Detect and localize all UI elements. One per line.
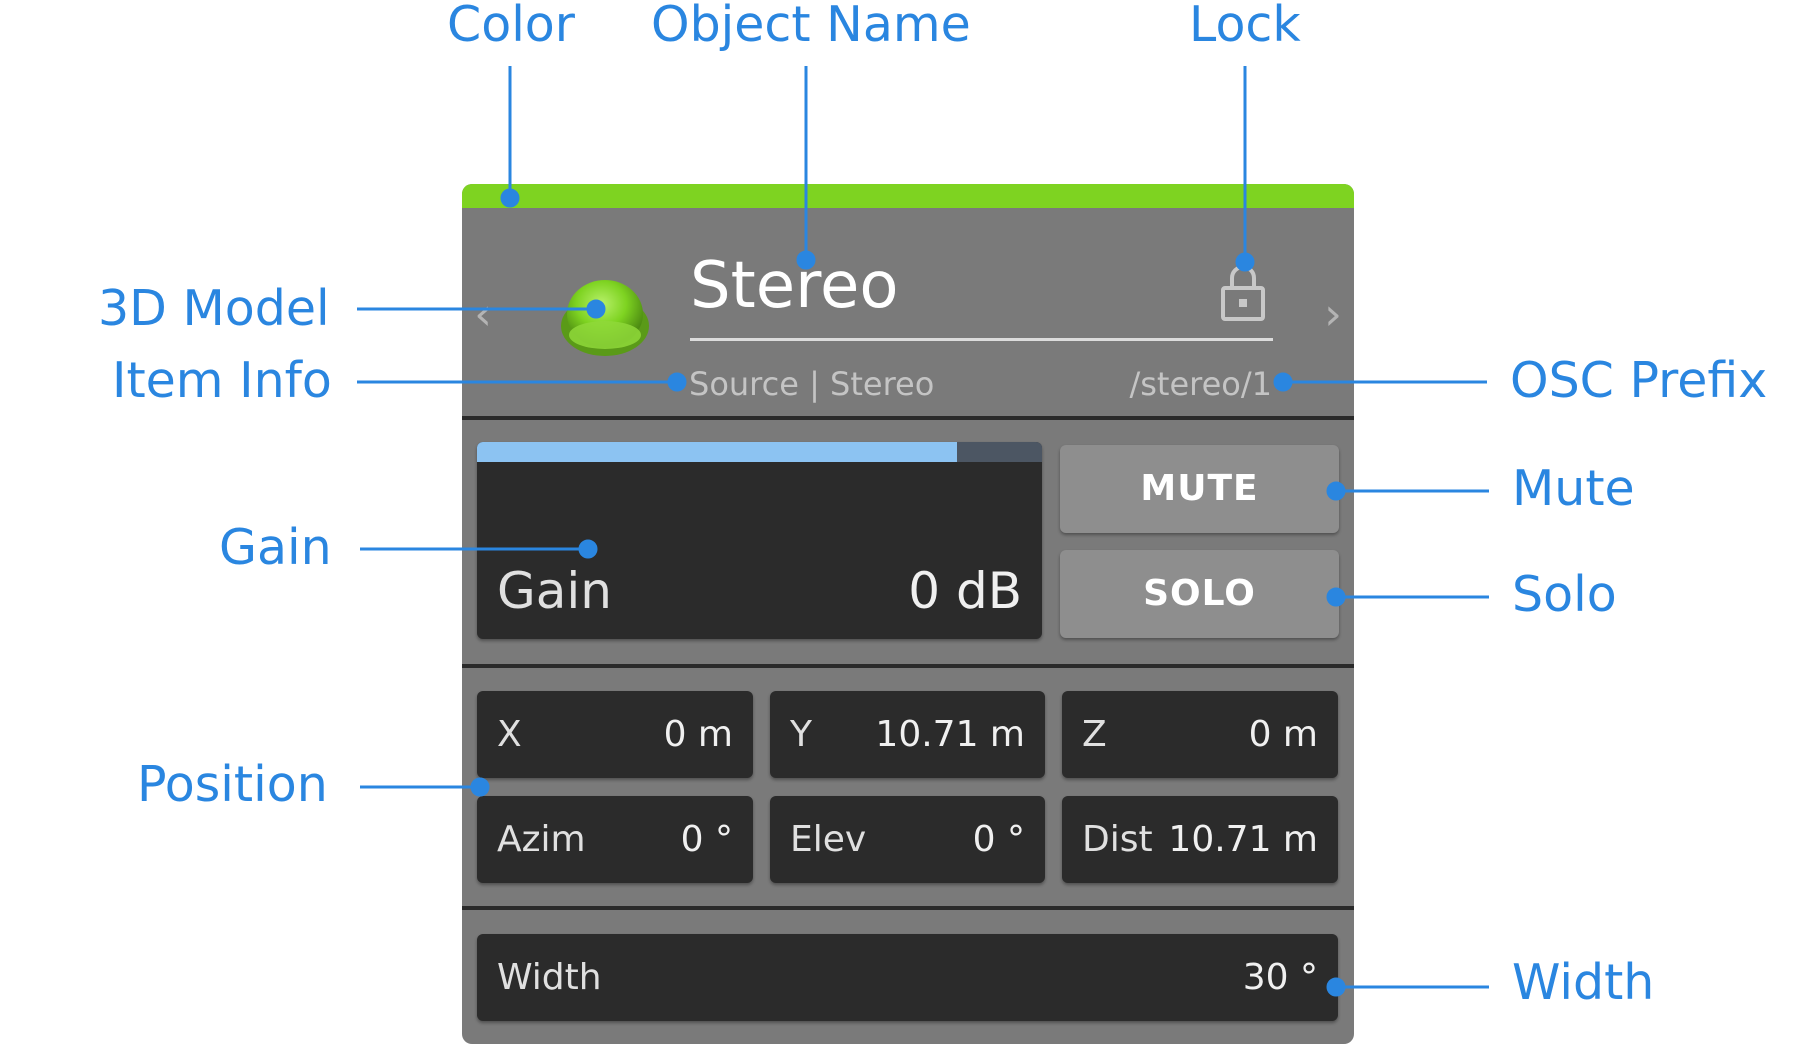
position-x-field[interactable]: X 0 m	[477, 691, 753, 778]
position-z-value: 0 m	[1248, 714, 1318, 755]
position-z-label: Z	[1082, 714, 1107, 755]
distance-field[interactable]: Dist 10.71 m	[1062, 796, 1338, 883]
gain-level-fill	[477, 442, 958, 462]
mute-button[interactable]: MUTE	[1060, 445, 1339, 533]
azimuth-field[interactable]: Azim 0 °	[477, 796, 753, 883]
gain-level-track	[477, 442, 1042, 462]
width-label: Width	[497, 957, 602, 998]
object-name-field[interactable]: Stereo	[690, 246, 1200, 326]
previous-object-arrow-icon[interactable]: ‹	[468, 288, 498, 342]
position-z-field[interactable]: Z 0 m	[1062, 691, 1338, 778]
object-name-underline	[690, 338, 1273, 341]
elevation-label: Elev	[790, 819, 867, 860]
elevation-field[interactable]: Elev 0 °	[770, 796, 1045, 883]
distance-label: Dist	[1082, 819, 1153, 860]
callout-lock: Lock	[1189, 0, 1301, 53]
position-x-value: 0 m	[663, 714, 733, 755]
osc-prefix-label: /stereo/1	[1129, 365, 1272, 403]
position-y-field[interactable]: Y 10.71 m	[770, 691, 1045, 778]
width-field[interactable]: Width 30 °	[477, 934, 1338, 1021]
distance-value: 10.71 m	[1168, 819, 1318, 860]
azimuth-label: Azim	[497, 819, 586, 860]
callout-gain: Gain	[219, 519, 332, 576]
callout-position: Position	[137, 756, 328, 813]
callout-solo: Solo	[1512, 566, 1617, 623]
callout-3d-model: 3D Model	[98, 280, 330, 337]
position-x-label: X	[497, 714, 522, 755]
sphere-icon[interactable]	[558, 272, 652, 360]
gain-label: Gain	[497, 562, 612, 620]
lock-icon[interactable]	[1220, 262, 1266, 322]
object-panel: ‹ › Stereo Source | Stereo /stereo/1 Gai…	[462, 184, 1354, 1044]
width-value: 30 °	[1242, 957, 1318, 998]
callout-item-info: Item Info	[112, 352, 332, 409]
section-divider	[462, 664, 1354, 668]
azimuth-value: 0 °	[680, 819, 733, 860]
solo-button[interactable]: SOLO	[1060, 550, 1339, 638]
callout-mute: Mute	[1512, 460, 1635, 517]
next-object-arrow-icon[interactable]: ›	[1318, 288, 1348, 342]
callout-object-name: Object Name	[651, 0, 971, 53]
item-info-label: Source | Stereo	[689, 365, 935, 403]
gain-slider[interactable]: Gain 0 dB	[477, 442, 1042, 639]
section-divider	[462, 906, 1354, 910]
color-bar[interactable]	[462, 184, 1354, 208]
callout-osc-prefix: OSC Prefix	[1510, 352, 1768, 409]
elevation-value: 0 °	[972, 819, 1025, 860]
gain-value: 0 dB	[908, 562, 1022, 620]
callout-color: Color	[447, 0, 575, 53]
position-y-value: 10.71 m	[875, 714, 1025, 755]
position-y-label: Y	[790, 714, 812, 755]
section-divider	[462, 416, 1354, 420]
callout-width: Width	[1512, 954, 1655, 1011]
